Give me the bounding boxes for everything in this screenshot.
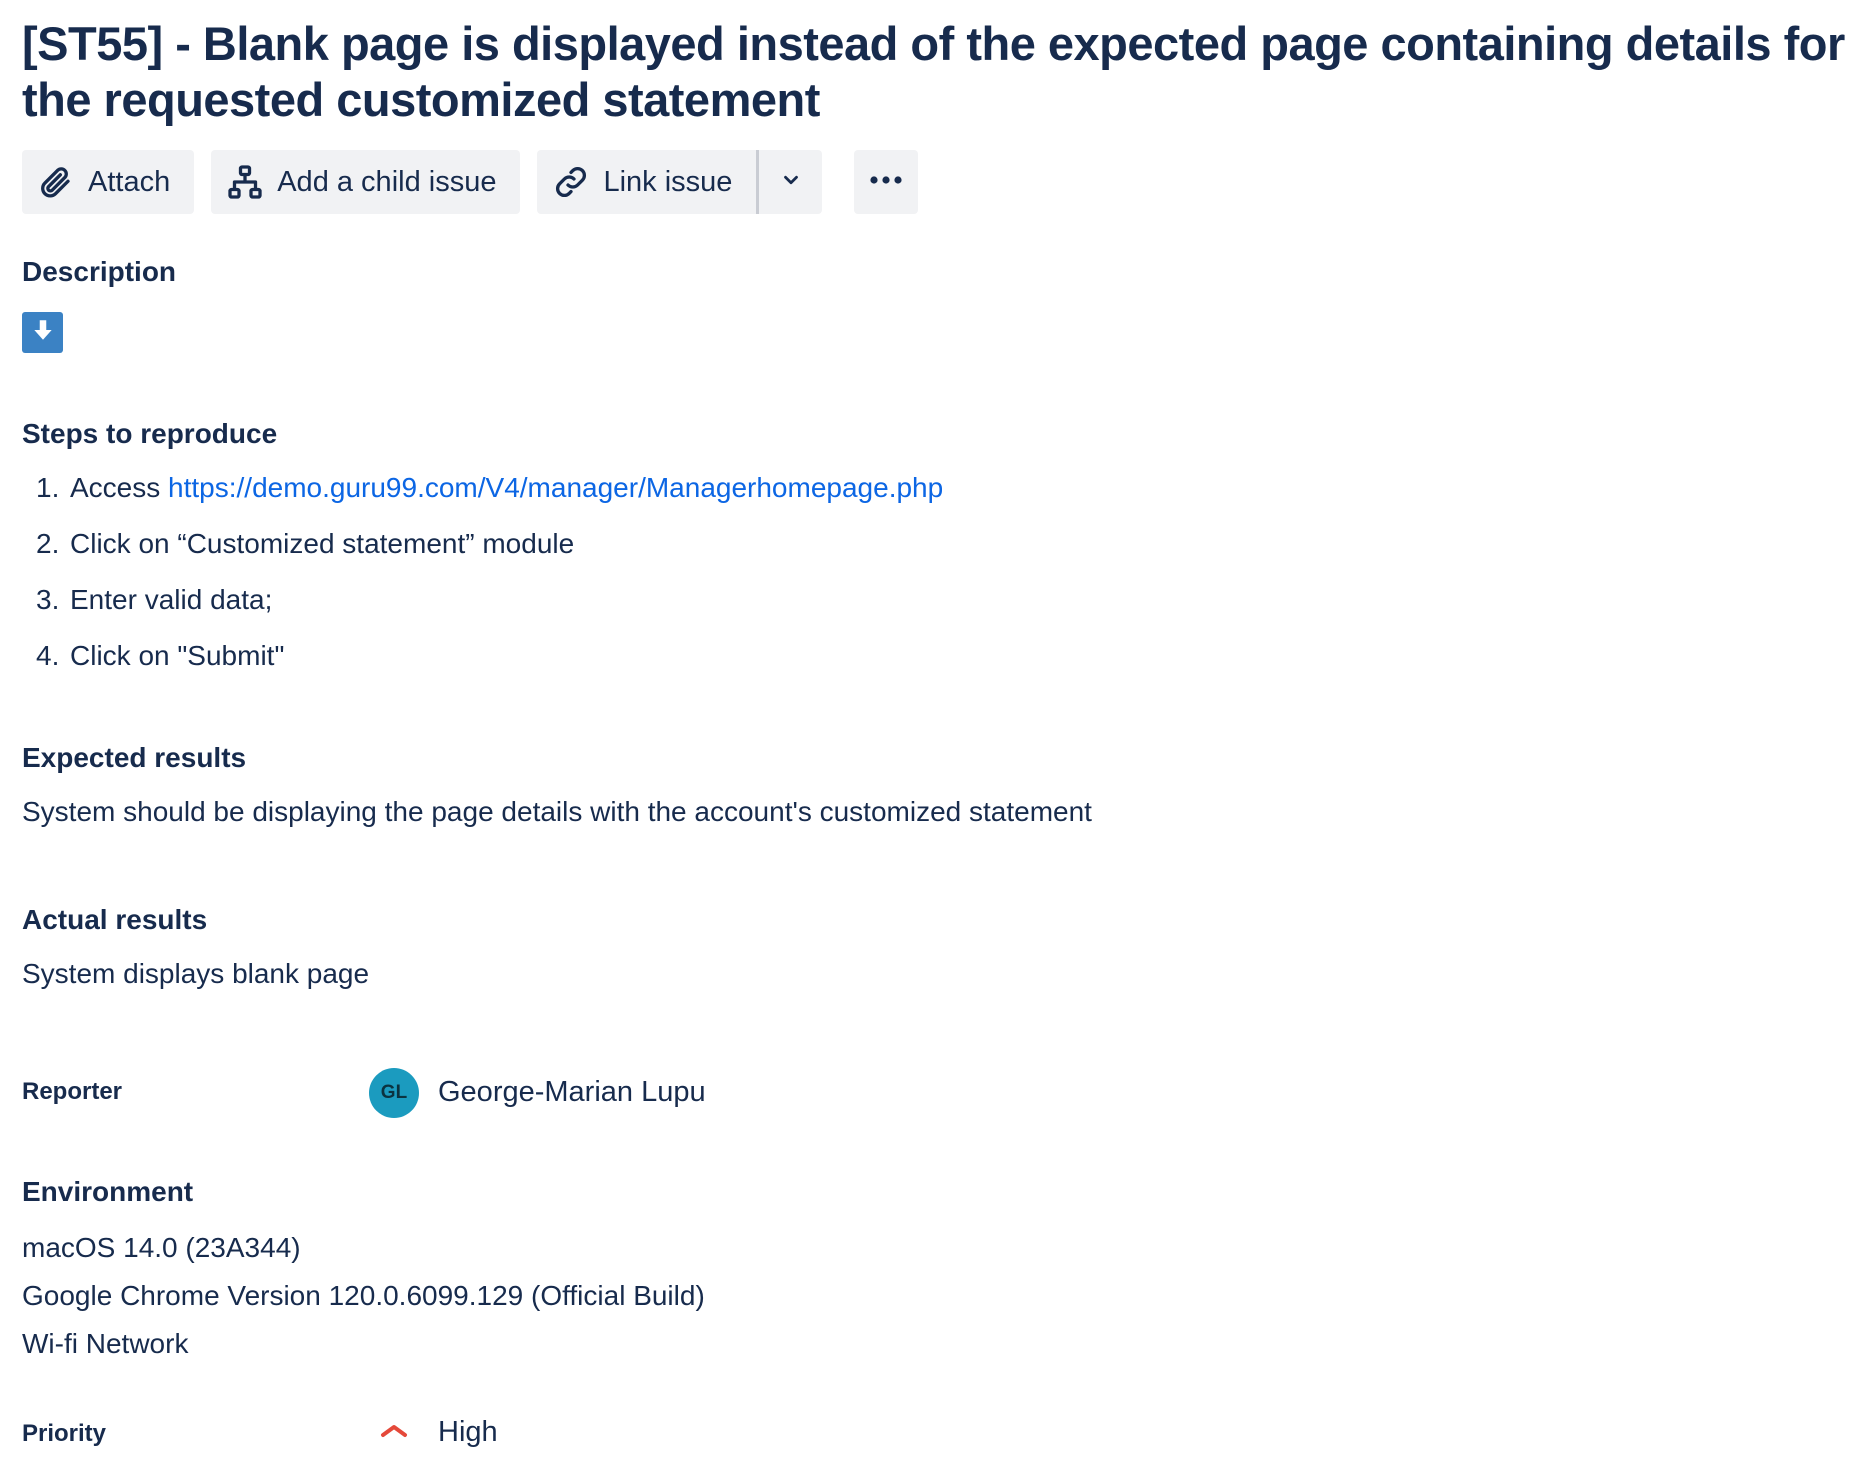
step-number: 1. (36, 472, 60, 503)
priority-high-icon (380, 1420, 408, 1445)
expected-results-heading: Expected results (22, 742, 247, 773)
step-text: Access (70, 472, 169, 503)
list-item: 2. Click on “Customized statement” modul… (36, 526, 943, 582)
reporter-field: Reporter GL George-Marian Lupu (22, 1068, 922, 1120)
step-number: 3. (36, 584, 60, 615)
actual-results-heading: Actual results (22, 904, 208, 935)
priority-field: Priority High (22, 1412, 922, 1456)
environment-line: macOS 14.0 (23A344) (22, 1232, 301, 1263)
environment-heading: Environment (22, 1176, 194, 1207)
reporter-name[interactable]: George-Marian Lupu (438, 1076, 706, 1109)
avatar[interactable]: GL (369, 1068, 419, 1118)
step-number: 2. (36, 528, 60, 559)
step-number: 4. (36, 640, 60, 671)
description-heading: Description (22, 256, 177, 287)
expand-button[interactable] (22, 312, 63, 353)
step-text: Enter valid data; (70, 584, 273, 615)
expected-results-text: System should be displaying the page det… (22, 796, 1092, 827)
arrow-down-icon (30, 317, 56, 348)
environment-text: macOS 14.0 (23A344) Google Chrome Versio… (22, 1230, 705, 1374)
issue-body: Description Steps to reproduce 1. Access… (22, 16, 1852, 1456)
priority-value[interactable]: High (438, 1416, 498, 1449)
list-item: 3. Enter valid data; (36, 582, 943, 638)
reporter-label: Reporter (22, 1078, 123, 1105)
list-item: 1. Access https://demo.guru99.com/V4/man… (36, 470, 943, 526)
steps-list: 1. Access https://demo.guru99.com/V4/man… (36, 470, 943, 694)
list-item: 4. Click on "Submit" (36, 638, 943, 694)
guru99-link[interactable]: https://demo.guru99.com/V4/manager/Manag… (168, 470, 943, 526)
actual-results-text: System displays blank page (22, 958, 370, 989)
priority-label: Priority (22, 1420, 107, 1447)
step-text: Click on "Submit" (70, 640, 285, 671)
steps-heading: Steps to reproduce (22, 418, 278, 449)
environment-line: Google Chrome Version 120.0.6099.129 (Of… (22, 1280, 705, 1311)
step-text: Click on “Customized statement” module (70, 528, 575, 559)
environment-line: Wi-fi Network (22, 1328, 189, 1359)
